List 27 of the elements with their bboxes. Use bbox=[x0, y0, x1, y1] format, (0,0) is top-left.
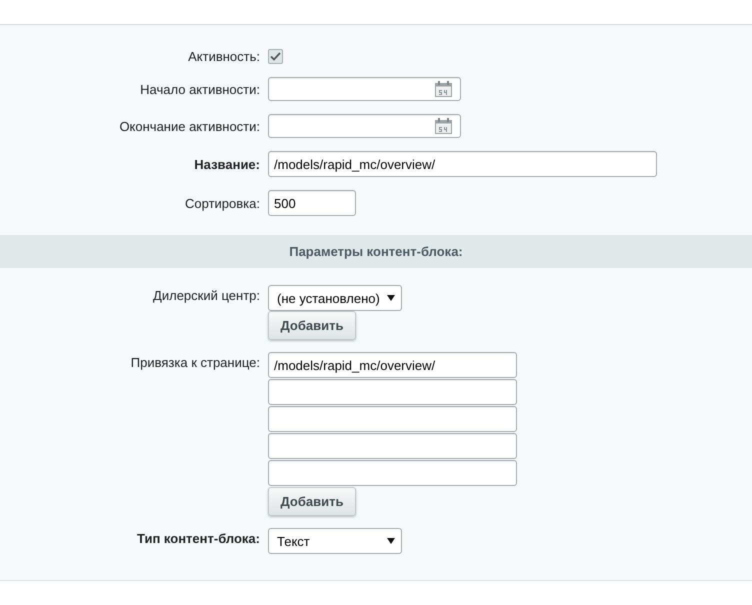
field-label: Тип контент-блока: bbox=[137, 530, 260, 546]
section-header: Параметры контент-блока: bbox=[0, 235, 752, 268]
add-button[interactable]: Добавить bbox=[268, 311, 356, 340]
select-field[interactable]: Текст bbox=[268, 528, 402, 554]
input-field[interactable]: 500 bbox=[268, 190, 356, 216]
input-field[interactable]: /models/rapid_mc/overview/ bbox=[268, 352, 517, 378]
field-label: Дилерский центр: bbox=[153, 287, 260, 303]
input-field[interactable] bbox=[268, 379, 517, 405]
input-field[interactable] bbox=[268, 433, 517, 459]
field-label: Сортировка: bbox=[185, 196, 260, 210]
calendar-icon[interactable] bbox=[435, 118, 452, 134]
field-label: Активность: bbox=[188, 49, 260, 64]
add-button[interactable]: Добавить bbox=[268, 487, 356, 516]
field-label: Название: bbox=[194, 156, 260, 172]
field-label: Окончание активности: bbox=[119, 118, 260, 134]
input-field[interactable] bbox=[268, 460, 517, 486]
checkbox[interactable] bbox=[268, 49, 283, 64]
input-field[interactable] bbox=[268, 406, 517, 432]
field-label: Привязка к странице: bbox=[130, 354, 260, 370]
dropdown-arrow-icon bbox=[387, 295, 395, 301]
input-field[interactable]: /models/rapid_mc/overview/ bbox=[268, 151, 657, 177]
calendar-icon[interactable] bbox=[435, 81, 452, 97]
select-field[interactable]: (не установлено) bbox=[268, 285, 402, 311]
date-field[interactable] bbox=[268, 77, 461, 101]
date-field[interactable] bbox=[268, 114, 461, 138]
field-label: Начало активности: bbox=[140, 82, 260, 96]
dropdown-arrow-icon bbox=[387, 538, 395, 544]
